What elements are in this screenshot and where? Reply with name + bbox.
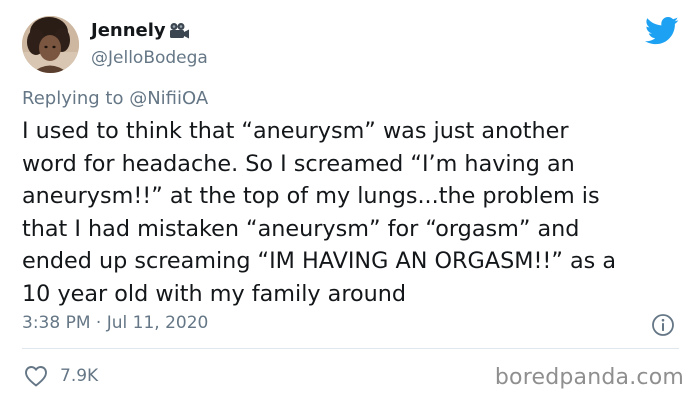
divider [22, 348, 679, 349]
replying-to: Replying to @NifiiOA [22, 87, 208, 111]
tweet-line: that I had mistaken “aneurysm” for “orga… [22, 215, 580, 242]
watermark: boredpanda.com [494, 365, 684, 390]
tweet-line: I used to think that “aneurysm” was just… [22, 118, 569, 144]
tweet-line: word for headache. So I screamed “I’m ha… [22, 150, 575, 177]
author-handle[interactable]: @JelloBodega [91, 47, 208, 69]
twitter-bird-icon[interactable] [645, 16, 679, 46]
heart-icon[interactable] [24, 365, 48, 387]
replying-to-label: Replying to [22, 88, 124, 109]
reply-mention-link[interactable]: @NifiiOA [129, 88, 208, 109]
tweet-line: ended up screaming “IM HAVING AN ORGASM!… [22, 248, 617, 274]
info-icon[interactable] [651, 313, 675, 337]
display-name[interactable]: Jennely [91, 20, 166, 42]
like-count: 7.9K [60, 366, 99, 386]
movie-camera-icon [168, 22, 190, 40]
tweet-line: aneurysm!!” at the top of my lungs...the… [22, 183, 600, 209]
tweet-text: I used to think that “aneurysm” was just… [22, 115, 682, 310]
tweet-timestamp[interactable]: 3:38 PM · Jul 11, 2020 [22, 311, 208, 335]
tweet-line: 10 year old with my family around [22, 280, 407, 307]
avatar[interactable] [22, 16, 79, 73]
